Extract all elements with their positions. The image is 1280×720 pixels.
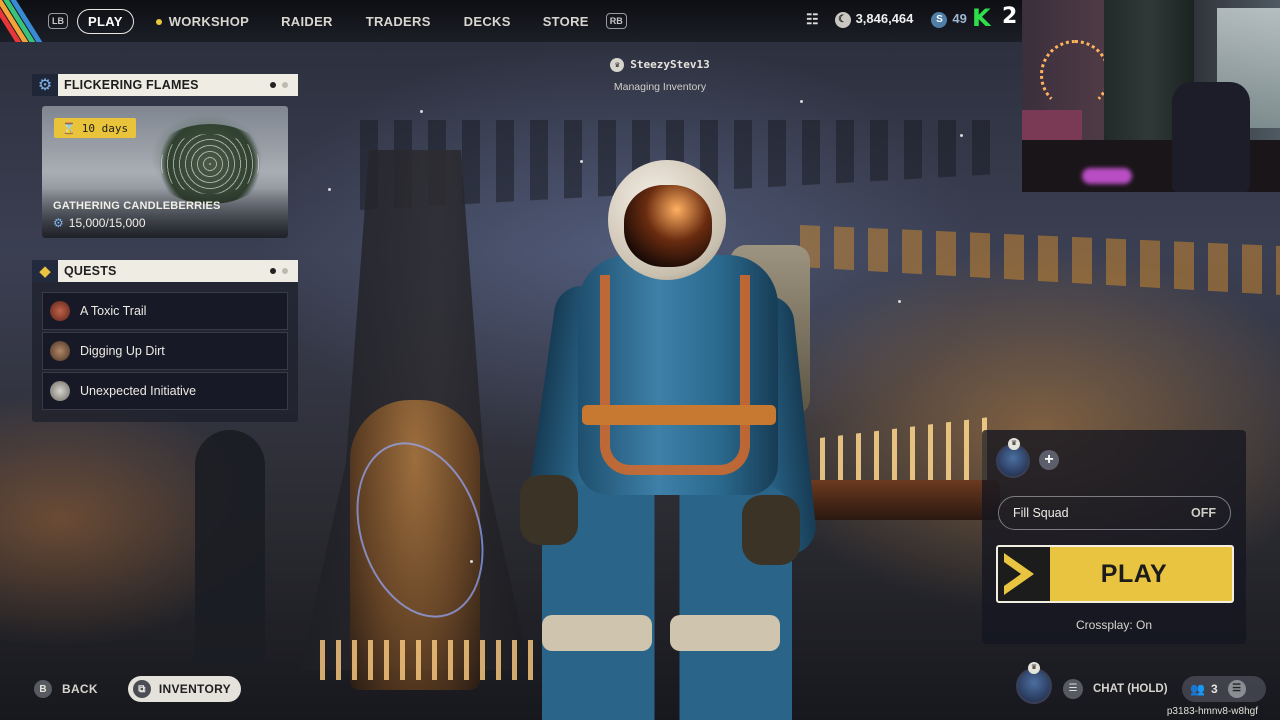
chat-icon: ☰: [1063, 679, 1083, 699]
coin-icon: ☾: [834, 11, 851, 28]
rb-button-hint[interactable]: RB: [605, 13, 627, 29]
social-bar: ♛ ☰ CHAT (HOLD) 👥 3 ☰: [1016, 662, 1266, 710]
back-button[interactable]: BACK: [62, 682, 98, 696]
play-chevron-icon: [998, 547, 1050, 601]
add-squad-member-button[interactable]: +: [1039, 450, 1059, 470]
raider-character: [520, 155, 820, 720]
nav-tab-traders[interactable]: TRADERS: [366, 14, 431, 29]
play-button[interactable]: PLAY: [996, 545, 1234, 603]
event-timer: ⌛ 10 days: [54, 118, 137, 138]
premium-balance: S 49: [931, 11, 967, 28]
quests-header: ◆ QUESTS: [32, 260, 298, 282]
nav-tab-decks[interactable]: DECKS: [464, 14, 511, 29]
player-activity: Managing Inventory: [613, 81, 707, 93]
event-name: GATHERING CANDLEBERRIES: [53, 200, 221, 212]
build-id: p3183-hmnv8-w8hgf: [1166, 706, 1258, 717]
menu-icon: ☰: [1227, 680, 1246, 698]
candles-floor: [320, 640, 540, 680]
quest-list: A Toxic Trail Digging Up Dirt Unexpected…: [32, 282, 298, 422]
gear-icon: ⚙: [32, 74, 58, 96]
event-progress: ⚙ 15,000/15,000: [53, 216, 146, 230]
chat-hold-label[interactable]: CHAT (HOLD): [1093, 683, 1168, 695]
quests-title: QUESTS: [58, 260, 298, 282]
quest-giver-avatar: [50, 381, 70, 401]
quest-giver-avatar: [50, 341, 70, 361]
nav-tab-store[interactable]: STORE: [543, 14, 589, 29]
quest-item[interactable]: A Toxic Trail: [42, 292, 288, 330]
party-count: 3: [1210, 682, 1218, 696]
crown-icon: ♛: [610, 58, 625, 72]
candles-right: [820, 417, 990, 480]
crossplay-status: Crossplay: On: [1075, 618, 1153, 632]
orange-flags: [800, 225, 1280, 295]
gear-icon: ⚙: [53, 216, 64, 230]
nav-tab-play[interactable]: PLAY: [77, 8, 134, 34]
stream-overlay-badge: K2: [972, 4, 1018, 32]
nav-tab-raider[interactable]: RAIDER: [281, 14, 333, 29]
main-nav: LB PLAY WORKSHOP RAIDER TRADERS DECKS ST…: [48, 8, 627, 34]
player-name: ♛ SteezyStev13: [560, 58, 760, 72]
event-card[interactable]: ⌛ 10 days GATHERING CANDLEBERRIES ⚙ 15,000…: [42, 106, 288, 238]
party-button[interactable]: 👥 3 ☰: [1182, 676, 1266, 702]
brand-stripes: [0, 0, 44, 42]
coins-balance: ☾ 3,846,464: [834, 11, 913, 28]
background-figure: [195, 430, 265, 660]
fill-squad-toggle[interactable]: Fill Squad OFF: [998, 496, 1231, 530]
notification-dot-icon: [155, 19, 162, 26]
player-status: ♛ SteezyStev13 Managing Inventory: [560, 58, 760, 93]
event-title: FLICKERING FLAMES: [58, 74, 298, 96]
premium-currency-icon: S: [931, 11, 948, 28]
helmet-visor: [624, 185, 712, 267]
event-header: ⚙ FLICKERING FLAMES: [32, 74, 298, 96]
b-button-icon: B: [34, 680, 52, 698]
pagination-dots: [270, 268, 288, 274]
squad-panel: ♛ + Fill Squad OFF: [982, 430, 1246, 644]
people-icon: 👥: [1190, 682, 1205, 696]
view-button-icon: ⧉: [132, 680, 151, 698]
crown-icon: ♛: [1008, 438, 1020, 450]
bottom-actions: B BACK ⧉ INVENTORY: [34, 676, 241, 702]
nav-tab-workshop[interactable]: WORKSHOP: [155, 14, 249, 29]
hourglass-icon: ⌛: [62, 121, 76, 135]
currency-display: ☷ ☾ 3,846,464 S 49: [806, 11, 967, 28]
lb-button-hint[interactable]: LB: [48, 13, 68, 29]
crown-icon: ♛: [1028, 662, 1040, 674]
webcam-overlay: [1022, 0, 1280, 192]
gaming-chair: [1172, 82, 1250, 192]
pagination-dots: [270, 82, 288, 88]
quest-giver-avatar: [50, 301, 70, 321]
quest-diamond-icon: ◆: [32, 260, 58, 282]
inventory-button[interactable]: ⧉ INVENTORY: [127, 676, 241, 702]
quest-item[interactable]: Unexpected Initiative: [42, 372, 288, 410]
quest-item[interactable]: Digging Up Dirt: [42, 332, 288, 370]
gift-icon[interactable]: ☷: [806, 11, 819, 28]
